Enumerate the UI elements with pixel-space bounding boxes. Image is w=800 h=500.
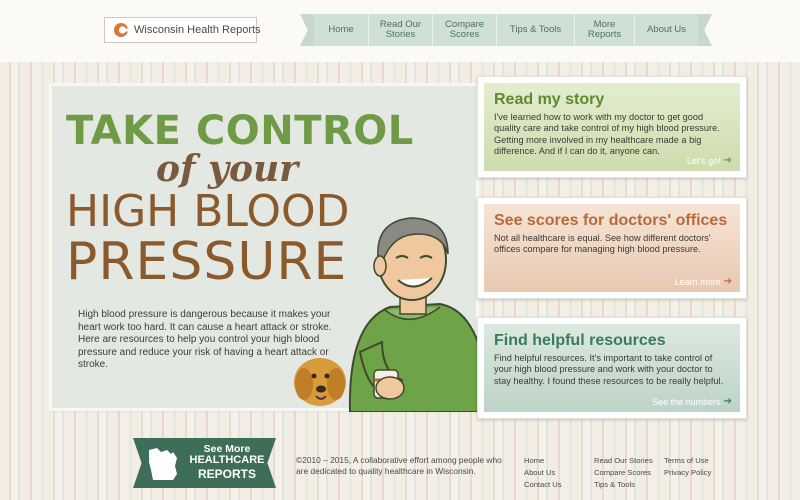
arrow-right-icon: ➔ bbox=[723, 276, 732, 287]
card-read-my-story-link[interactable]: Let's go! ➔ bbox=[687, 155, 732, 166]
header-scallop-edge bbox=[0, 54, 800, 66]
card-see-scores-text: Not all healthcare is equal. See how dif… bbox=[494, 233, 711, 255]
card-see-scores-link[interactable]: Learn more ➔ bbox=[675, 276, 732, 287]
card-read-my-story[interactable]: Read my story I've learned how to work w… bbox=[477, 76, 747, 178]
arrow-right-icon: ➔ bbox=[723, 155, 732, 166]
card-read-my-story-link-label: Let's go! bbox=[686, 155, 721, 166]
arrow-right-icon: ➔ bbox=[723, 396, 732, 407]
nav-about-us-label: About Us bbox=[646, 24, 687, 35]
footer-link-read-our-stories[interactable]: Read Our Stories bbox=[594, 455, 653, 467]
card-see-scores-link-label: Learn more bbox=[674, 276, 721, 287]
see-more-line3: REPORTS bbox=[197, 467, 256, 481]
nav-more-reports[interactable]: More Reports bbox=[574, 14, 634, 46]
footer-link-home[interactable]: Home bbox=[524, 455, 562, 467]
footer-link-contact-us[interactable]: Contact Us bbox=[524, 479, 562, 491]
hero-title-line2: of your bbox=[156, 148, 299, 190]
footer-links-col2: Read Our Stories Compare Scores Tips & T… bbox=[594, 455, 653, 491]
footer-links-col3: Terms of Use Privacy Policy bbox=[664, 455, 711, 479]
footer-link-about-us[interactable]: About Us bbox=[524, 467, 562, 479]
copyright-text: ©2010 – 2015, A collaborative effort amo… bbox=[296, 455, 502, 476]
nav-compare-scores[interactable]: Compare Scores bbox=[432, 14, 496, 46]
card-read-my-story-title: Read my story bbox=[494, 91, 605, 108]
card-find-resources-title: Find helpful resources bbox=[494, 332, 666, 349]
card-find-resources-link[interactable]: See the numbers ➔ bbox=[652, 396, 732, 407]
nav-about-us[interactable]: About Us bbox=[634, 14, 698, 46]
nav-ribbon-left bbox=[300, 14, 314, 46]
nav-items: Home Read Our Stories Compare Scores Tips … bbox=[314, 14, 698, 46]
card-see-scores-inner: See scores for doctors' offices Not all … bbox=[484, 204, 740, 292]
nav-compare-scores-label: Compare Scores bbox=[444, 19, 485, 40]
logo-mark-icon bbox=[113, 22, 129, 38]
nav-home-label: Home bbox=[328, 24, 354, 35]
card-read-my-story-text: I've learned how to work with my doctor … bbox=[494, 112, 720, 157]
card-find-resources[interactable]: Find helpful resources Find helpful reso… bbox=[477, 317, 747, 419]
footer-link-tips-tools[interactable]: Tips & Tools bbox=[594, 479, 653, 491]
nav-read-our-stories-label: Read Our Stories bbox=[379, 19, 422, 40]
see-more-reports-banner[interactable]: See More HEALTHCARE REPORTS bbox=[133, 438, 276, 488]
logo-text: Wisconsin Health Reports bbox=[134, 24, 261, 36]
card-read-my-story-inner: Read my story I've learned how to work w… bbox=[484, 83, 740, 171]
man-with-dog-illustration bbox=[290, 212, 496, 413]
nav-tips-tools-label: Tips & Tools bbox=[509, 24, 562, 35]
card-see-scores[interactable]: See scores for doctors' offices Not all … bbox=[477, 197, 747, 299]
nav-ribbon-right bbox=[698, 14, 712, 46]
nav-read-our-stories[interactable]: Read Our Stories bbox=[368, 14, 432, 46]
footer-links-col1: Home About Us Contact Us bbox=[524, 455, 562, 491]
card-see-scores-title: See scores for doctors' offices bbox=[494, 212, 728, 229]
footer-link-compare-scores[interactable]: Compare Scores bbox=[594, 467, 653, 479]
wisconsin-map-icon bbox=[147, 444, 179, 482]
footer-link-privacy-policy[interactable]: Privacy Policy bbox=[664, 467, 711, 479]
see-more-line2: HEALTHCARE bbox=[189, 454, 265, 466]
card-find-resources-inner: Find helpful resources Find helpful reso… bbox=[484, 324, 740, 412]
dog-icon bbox=[294, 358, 346, 406]
nav-tips-tools[interactable]: Tips & Tools bbox=[496, 14, 574, 46]
site-logo[interactable]: Wisconsin Health Reports bbox=[104, 17, 261, 43]
card-find-resources-link-label: See the numbers bbox=[652, 396, 721, 407]
footer-link-terms-of-use[interactable]: Terms of Use bbox=[664, 455, 711, 467]
nav-more-reports-label: More Reports bbox=[587, 19, 622, 40]
main-nav: Home Read Our Stories Compare Scores Tips … bbox=[300, 14, 712, 46]
card-find-resources-text: Find helpful resources. It's important t… bbox=[494, 353, 724, 386]
nav-home[interactable]: Home bbox=[314, 14, 368, 46]
